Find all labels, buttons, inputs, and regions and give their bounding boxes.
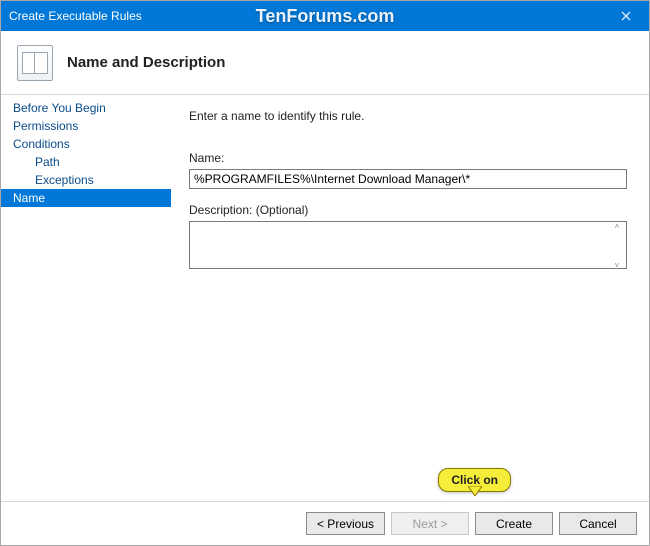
page-icon: [17, 45, 53, 81]
description-label: Description: (Optional): [189, 203, 627, 217]
titlebar: Create Executable Rules TenForums.com: [1, 1, 649, 31]
step-permissions[interactable]: Permissions: [1, 117, 171, 135]
previous-button[interactable]: < Previous: [306, 512, 385, 535]
wizard-steps: Before You Begin Permissions Conditions …: [1, 95, 171, 501]
step-conditions[interactable]: Conditions: [1, 135, 171, 153]
name-input[interactable]: [189, 169, 627, 189]
annotation-callout: Click on: [438, 468, 511, 492]
watermark: TenForums.com: [256, 6, 395, 27]
instruction-text: Enter a name to identify this rule.: [189, 109, 627, 123]
window-title: Create Executable Rules: [1, 9, 142, 23]
step-name[interactable]: Name: [1, 189, 171, 207]
create-button[interactable]: Create: [475, 512, 553, 535]
wizard-footer: Click on < Previous Next > Create Cancel: [1, 501, 649, 545]
wizard-body: Before You Begin Permissions Conditions …: [1, 95, 649, 501]
wizard-header: Name and Description: [1, 31, 649, 95]
wizard-window: Create Executable Rules TenForums.com Na…: [0, 0, 650, 546]
name-label: Name:: [189, 151, 627, 165]
main-panel: Enter a name to identify this rule. Name…: [171, 95, 649, 501]
step-before-you-begin[interactable]: Before You Begin: [1, 99, 171, 117]
step-exceptions[interactable]: Exceptions: [1, 171, 171, 189]
description-input[interactable]: [189, 221, 627, 269]
step-path[interactable]: Path: [1, 153, 171, 171]
cancel-button[interactable]: Cancel: [559, 512, 637, 535]
next-button: Next >: [391, 512, 469, 535]
page-title: Name and Description: [67, 54, 225, 71]
close-icon[interactable]: [603, 1, 649, 31]
